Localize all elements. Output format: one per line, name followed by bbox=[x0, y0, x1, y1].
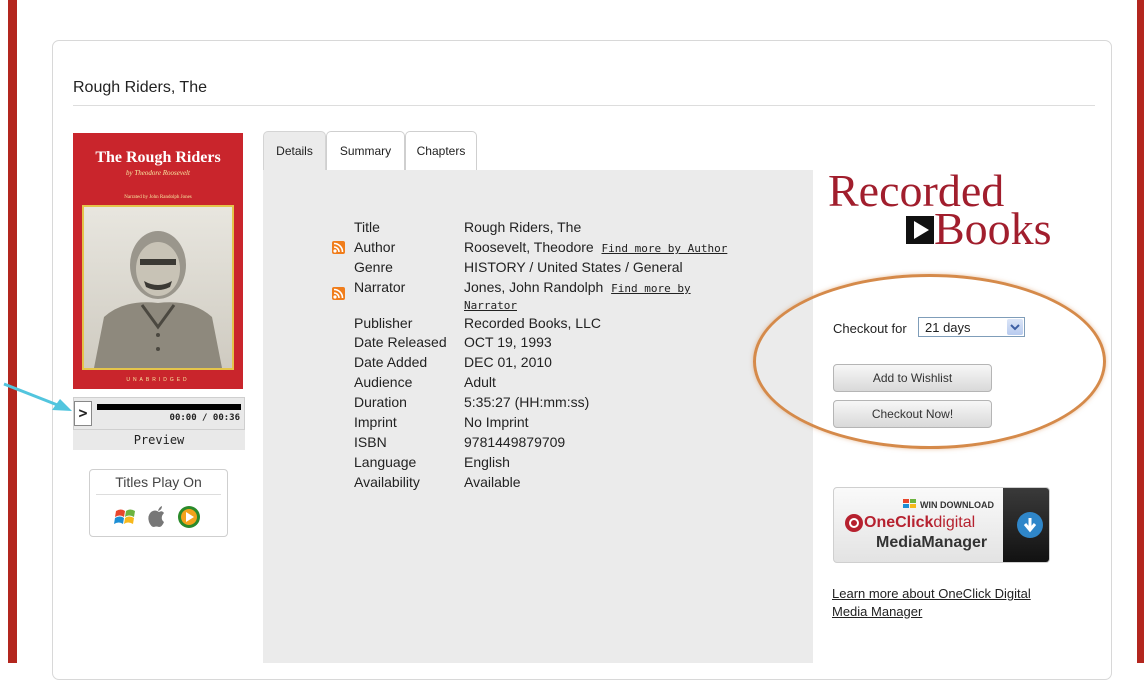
detail-value-imprint: No Imprint bbox=[464, 414, 529, 430]
audio-preview-player: > 00:00 / 00:36 bbox=[73, 397, 245, 430]
oneclick-download-banner[interactable]: WIN DOWNLOAD OneClickdigital MediaManage… bbox=[833, 487, 1050, 563]
find-more-narrator-link-cont[interactable]: Narrator bbox=[464, 299, 517, 312]
oneclick-logo-icon bbox=[845, 514, 863, 532]
detail-value-publisher: Recorded Books, LLC bbox=[464, 315, 601, 331]
oneclick-brand-a: OneClick bbox=[864, 514, 934, 531]
windows-icon bbox=[903, 499, 916, 508]
checkout-period-value: 21 days bbox=[925, 320, 971, 335]
detail-value-author: Roosevelt, Theodore Find more by Author bbox=[464, 239, 727, 255]
detail-value-duration: 5:35:27 (HH:mm:ss) bbox=[464, 394, 590, 410]
detail-value-isbn: 9781449879709 bbox=[464, 434, 566, 450]
win-download-label: WIN DOWNLOAD bbox=[903, 499, 994, 510]
cover-title: The Rough Riders bbox=[95, 149, 221, 166]
playback-time: 00:00 / 00:36 bbox=[169, 413, 240, 423]
detail-label-date-released: Date Released bbox=[354, 334, 447, 350]
find-more-narrator-link[interactable]: Find more by bbox=[611, 282, 690, 295]
checkout-label: Checkout for bbox=[833, 321, 907, 336]
play-button[interactable]: > bbox=[74, 401, 92, 426]
titles-play-on-divider bbox=[96, 494, 221, 495]
progress-bar[interactable] bbox=[97, 404, 241, 410]
detail-value-narrator: Jones, John Randolph Find more by bbox=[464, 279, 691, 295]
oneclick-brand-b: digital bbox=[933, 514, 976, 531]
find-more-author-link[interactable]: Find more by Author bbox=[602, 242, 728, 255]
checkout-period-select[interactable]: 21 days bbox=[918, 317, 1025, 337]
detail-value-language: English bbox=[464, 454, 510, 470]
titles-play-on-box: Titles Play On bbox=[89, 469, 228, 537]
pointer-arrow-icon bbox=[3, 382, 72, 411]
preview-label: Preview bbox=[73, 430, 245, 450]
learn-more-oneclick-link[interactable]: Learn more about OneClick Digital Media … bbox=[832, 585, 1062, 621]
detail-label-language: Language bbox=[354, 454, 417, 470]
win-download-text: WIN DOWNLOAD bbox=[920, 500, 994, 510]
chevron-down-icon[interactable] bbox=[1007, 319, 1023, 335]
narrator-link-wrap: Narrator bbox=[464, 296, 517, 312]
tab-chapters[interactable]: Chapters bbox=[405, 131, 477, 170]
detail-label-availability: Availability bbox=[354, 474, 420, 490]
detail-label-imprint: Imprint bbox=[354, 414, 397, 430]
titles-play-on-title: Titles Play On bbox=[115, 474, 202, 490]
detail-value-genre: HISTORY / United States / General bbox=[464, 259, 683, 275]
detail-label-isbn: ISBN bbox=[354, 434, 387, 450]
cover-portrait bbox=[82, 205, 234, 370]
cover-narrator: Narrated by John Randolph Jones bbox=[124, 195, 192, 200]
book-cover: The Rough Riders by Theodore Roosevelt N… bbox=[73, 133, 243, 389]
rss-narrator-icon[interactable] bbox=[332, 287, 345, 300]
title-divider bbox=[73, 105, 1095, 106]
tab-details[interactable]: Details bbox=[263, 131, 326, 170]
cover-edition: UNABRIDGED bbox=[126, 377, 190, 383]
media-manager-label: MediaManager bbox=[876, 534, 988, 551]
logo-line-books: Books bbox=[934, 203, 1052, 254]
detail-label-title: Title bbox=[354, 219, 380, 235]
detail-label-date-added: Date Added bbox=[354, 354, 428, 370]
detail-value-date-released: OCT 19, 1993 bbox=[464, 334, 552, 350]
platform-icons bbox=[114, 506, 200, 528]
oneclick-brand: OneClickdigital bbox=[864, 514, 975, 532]
detail-label-genre: Genre bbox=[354, 259, 393, 275]
windows-icon bbox=[114, 509, 135, 524]
checkout-now-button[interactable]: Checkout Now! bbox=[833, 400, 992, 428]
detail-label-duration: Duration bbox=[354, 394, 407, 410]
detail-value-title: Rough Riders, The bbox=[464, 219, 582, 235]
logo-play-icon bbox=[906, 216, 934, 244]
detail-value-date-added: DEC 01, 2010 bbox=[464, 354, 552, 370]
cover-author: by Theodore Roosevelt bbox=[126, 169, 190, 177]
detail-label-audience: Audience bbox=[354, 374, 413, 390]
download-panel bbox=[1003, 488, 1049, 562]
detail-value-availability: Available bbox=[464, 474, 521, 490]
author-name: Roosevelt, Theodore bbox=[464, 239, 594, 255]
download-arrow-icon[interactable] bbox=[1017, 512, 1043, 538]
page-title: Rough Riders, The bbox=[73, 79, 207, 96]
right-accent-bar bbox=[1137, 0, 1144, 663]
detail-label-author: Author bbox=[354, 239, 396, 255]
apple-icon bbox=[148, 506, 164, 527]
media-player-icon bbox=[178, 506, 200, 528]
add-to-wishlist-button[interactable]: Add to Wishlist bbox=[833, 364, 992, 392]
detail-value-audience: Adult bbox=[464, 374, 496, 390]
detail-label-publisher: Publisher bbox=[354, 315, 413, 331]
rss-author-icon[interactable] bbox=[332, 241, 345, 254]
tab-summary[interactable]: Summary bbox=[326, 131, 405, 170]
left-accent-bar bbox=[8, 0, 17, 663]
recorded-books-logo: Recorded Books bbox=[828, 168, 1068, 254]
narrator-name: Jones, John Randolph bbox=[464, 279, 604, 295]
detail-label-narrator: Narrator bbox=[354, 279, 406, 295]
